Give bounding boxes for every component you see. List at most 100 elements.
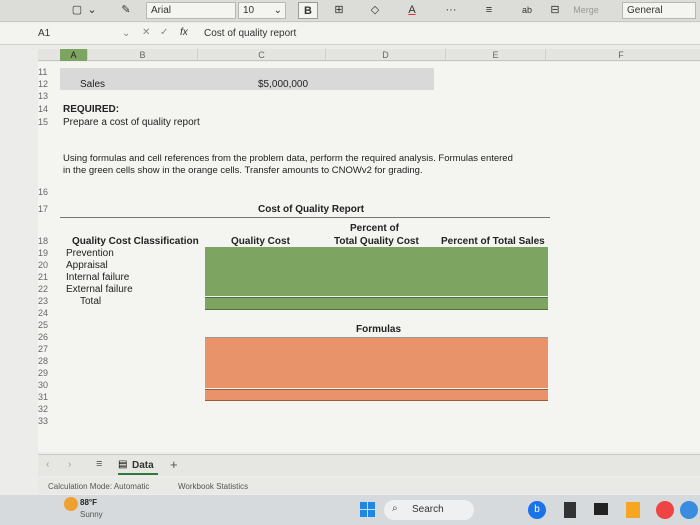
prev-sheet-icon[interactable]: ‹ xyxy=(46,459,49,470)
clipboard-dropdown-icon[interactable]: ⌄ xyxy=(86,2,98,19)
row-number[interactable]: 26 xyxy=(38,332,56,342)
column-header-a[interactable]: A xyxy=(60,49,88,61)
merge-button[interactable]: Merge xyxy=(566,2,606,19)
app-icon[interactable] xyxy=(680,501,698,519)
taskbar: 88°F Sunny ⌕ Search b xyxy=(0,495,700,525)
green-total-row[interactable] xyxy=(205,297,548,310)
weather-desc[interactable]: Sunny xyxy=(80,510,103,519)
row-number[interactable]: 33 xyxy=(38,416,56,426)
more-options-button[interactable]: ··· xyxy=(442,2,460,19)
row-number[interactable]: 19 xyxy=(38,248,56,258)
row-number[interactable]: 13 xyxy=(38,91,56,101)
calculation-mode[interactable]: Calculation Mode: Automatic xyxy=(48,482,149,491)
header-percent-total-quality-line2[interactable]: Total Quality Cost xyxy=(334,236,419,247)
fill-color-icon[interactable]: ◇ xyxy=(366,2,384,19)
category-external-failure[interactable]: External failure xyxy=(66,284,133,295)
row-number[interactable]: 15 xyxy=(38,117,56,127)
header-percent-total-quality-line1[interactable]: Percent of xyxy=(350,223,399,234)
search-label: Search xyxy=(412,504,444,515)
orange-total-row[interactable] xyxy=(205,389,548,401)
weather-icon[interactable] xyxy=(64,497,78,511)
merge-icon[interactable]: ⊟ xyxy=(548,2,562,19)
required-text[interactable]: Prepare a cost of quality report xyxy=(63,117,200,128)
column-headers: A B C D E F xyxy=(38,49,700,61)
report-title[interactable]: Cost of Quality Report xyxy=(258,204,364,215)
sales-label[interactable]: Sales xyxy=(80,79,105,90)
header-quality-cost[interactable]: Quality Cost xyxy=(231,236,290,247)
format-painter-icon[interactable]: ✎ xyxy=(118,2,134,19)
instructions-line-1[interactable]: Using formulas and cell references from … xyxy=(63,153,513,164)
row-number[interactable]: 18 xyxy=(38,236,56,246)
name-box[interactable]: A1 xyxy=(38,28,50,39)
row-number[interactable]: 24 xyxy=(38,308,56,318)
all-sheets-icon[interactable]: ≡ xyxy=(96,458,102,470)
paste-icon[interactable]: ▢ xyxy=(70,2,84,19)
row-number[interactable]: 22 xyxy=(38,284,56,294)
next-sheet-icon[interactable]: › xyxy=(68,459,71,470)
green-input-cells[interactable] xyxy=(205,247,548,296)
confirm-icon[interactable]: ✓ xyxy=(160,27,168,38)
row-number[interactable]: 28 xyxy=(38,356,56,366)
category-prevention[interactable]: Prevention xyxy=(66,248,114,259)
row-number[interactable]: 16 xyxy=(38,187,56,197)
chrome-icon[interactable] xyxy=(656,501,674,519)
bold-button[interactable]: B xyxy=(298,2,318,19)
sales-band xyxy=(60,68,434,90)
formula-input[interactable]: Cost of quality report xyxy=(204,28,296,39)
workbook-statistics[interactable]: Workbook Statistics xyxy=(178,482,248,491)
orange-formula-cells[interactable] xyxy=(205,338,548,388)
ribbon-toolbar: ▢ ⌄ ✎ Arial 10 ⌄ B ⊞ ◇ A ··· ≡ ab ⊟ Merg… xyxy=(0,0,700,22)
header-percent-total-sales[interactable]: Percent of Total Sales xyxy=(441,236,545,247)
row-number[interactable]: 23 xyxy=(38,296,56,306)
align-icon[interactable]: ≡ xyxy=(480,2,498,19)
status-bar: Calculation Mode: Automatic Workbook Sta… xyxy=(38,478,700,494)
required-label[interactable]: REQUIRED: xyxy=(63,104,119,115)
wrap-text-icon[interactable]: ab xyxy=(518,2,536,19)
borders-icon[interactable]: ⊞ xyxy=(330,2,348,19)
row-number[interactable]: 31 xyxy=(38,392,56,402)
row-number[interactable]: 29 xyxy=(38,368,56,378)
header-classification[interactable]: Quality Cost Classification xyxy=(72,236,199,247)
instructions-line-2[interactable]: in the green cells show in the orange ce… xyxy=(63,165,423,176)
font-color-button[interactable]: A xyxy=(404,2,420,19)
row-number[interactable]: 20 xyxy=(38,260,56,270)
add-sheet-button[interactable]: + xyxy=(170,457,178,472)
category-internal-failure[interactable]: Internal failure xyxy=(66,272,129,283)
row-number[interactable]: 14 xyxy=(38,104,56,114)
chevron-down-icon[interactable]: ⌄ xyxy=(122,28,130,39)
app-icon[interactable] xyxy=(564,502,576,518)
row-number[interactable]: 11 xyxy=(38,67,56,77)
font-name-select[interactable]: Arial xyxy=(146,2,236,19)
camera-app-icon[interactable] xyxy=(594,503,608,515)
font-size-select[interactable]: 10 ⌄ xyxy=(238,2,286,19)
browser-icon[interactable]: b xyxy=(528,501,546,519)
column-header-e[interactable]: E xyxy=(446,49,546,61)
sales-value[interactable]: $5,000,000 xyxy=(258,79,308,90)
excel-window: ▢ ⌄ ✎ Arial 10 ⌄ B ⊞ ◇ A ··· ≡ ab ⊟ Merg… xyxy=(0,0,700,525)
row-number[interactable]: 27 xyxy=(38,344,56,354)
column-header-f[interactable]: F xyxy=(546,49,696,61)
row-number[interactable]: 12 xyxy=(38,79,56,89)
windows-start-icon[interactable] xyxy=(360,502,376,518)
number-format-select[interactable]: General xyxy=(622,2,696,19)
formulas-label[interactable]: Formulas xyxy=(356,324,401,335)
weather-temp[interactable]: 88°F xyxy=(80,498,97,507)
taskbar-search-box[interactable]: ⌕ Search xyxy=(384,500,474,520)
row-number[interactable]: 21 xyxy=(38,272,56,282)
row-number[interactable]: 30 xyxy=(38,380,56,390)
row-number[interactable]: 25 xyxy=(38,320,56,330)
font-size-value: 10 xyxy=(243,5,255,16)
column-header-b[interactable]: B xyxy=(88,49,198,61)
function-icon[interactable]: fx xyxy=(180,27,188,38)
sheet-tab-data[interactable]: ▤ Data xyxy=(118,457,158,475)
cancel-icon[interactable]: ✕ xyxy=(142,27,150,38)
category-appraisal[interactable]: Appraisal xyxy=(66,260,108,271)
column-header-c[interactable]: C xyxy=(198,49,326,61)
row-number[interactable]: 32 xyxy=(38,404,56,414)
column-header-d[interactable]: D xyxy=(326,49,446,61)
chevron-down-icon: ⌄ xyxy=(273,5,282,16)
category-total[interactable]: Total xyxy=(80,296,101,307)
number-format-value: General xyxy=(627,5,663,16)
row-number[interactable]: 17 xyxy=(38,204,56,214)
folder-icon[interactable] xyxy=(626,502,640,518)
